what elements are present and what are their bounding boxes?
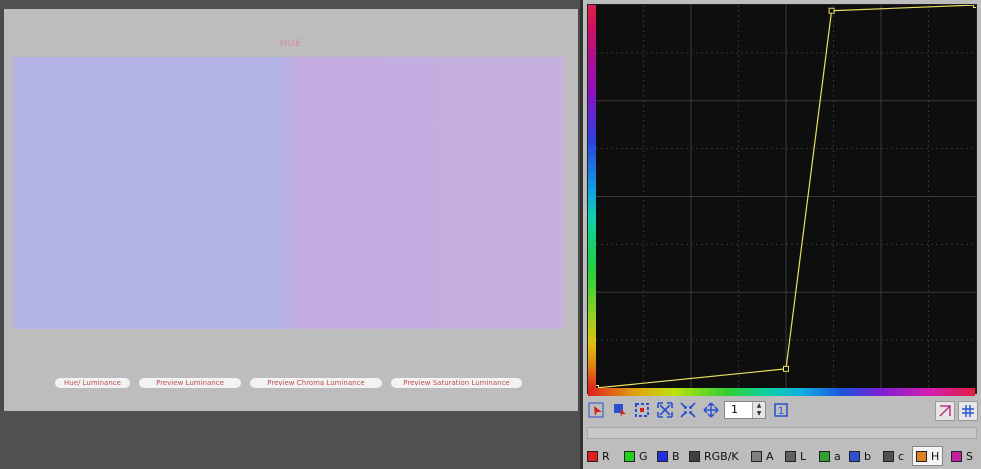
channel-label: S [966, 449, 973, 463]
channel-label: A [766, 449, 774, 463]
channel-color-icon [689, 450, 700, 462]
channel-label: RGB/K [704, 449, 739, 463]
preview-luminance-button[interactable]: Preview Luminance [139, 378, 241, 388]
vertical-hue-bar [588, 5, 596, 390]
channel-color-icon [624, 450, 635, 462]
grid-toggle-icon[interactable] [958, 401, 978, 421]
edit-points-icon[interactable] [587, 401, 605, 419]
mode-icon-label: 1 [778, 406, 784, 417]
curve-panel: 1 ▲ ▼ 1 R G B RGB/K A La b c H S [583, 0, 981, 469]
channel-c[interactable]: c [883, 446, 904, 466]
channel-label: R [602, 449, 610, 463]
move-icon[interactable] [702, 401, 720, 419]
hue-luminance-button[interactable]: Hue/ Luminance [55, 378, 130, 388]
channel-s[interactable]: S [951, 446, 973, 466]
channel-label: H [931, 449, 940, 463]
channel-color-icon [785, 450, 796, 462]
channel-color-icon [819, 450, 830, 462]
channel-a[interactable]: A [751, 446, 774, 466]
channel-label: c [898, 449, 905, 463]
channel-a[interactable]: a [819, 446, 841, 466]
select-point-icon[interactable] [611, 401, 629, 419]
channel-color-icon [657, 450, 668, 462]
crop-icon[interactable] [633, 401, 651, 419]
channel-label: G [639, 449, 648, 463]
channel-color-icon [751, 450, 762, 462]
curve-toolbar: 1 ▲ ▼ 1 [587, 400, 978, 422]
channel-color-icon [587, 450, 598, 462]
channel-r[interactable]: R [587, 446, 610, 466]
channel-label: L [800, 449, 807, 463]
horizontal-hue-bar [588, 388, 975, 396]
curve-svg[interactable] [596, 5, 976, 388]
hue-swatch [13, 57, 564, 329]
curve-plot[interactable] [596, 5, 976, 388]
channel-rgb-k[interactable]: RGB/K [689, 446, 739, 466]
channel-label: B [672, 449, 680, 463]
spin-input[interactable]: 1 ▲ ▼ [724, 401, 766, 419]
spin-value: 1 [731, 403, 738, 416]
channel-b[interactable]: b [849, 446, 871, 466]
channel-color-icon [951, 450, 962, 462]
expand-icon[interactable] [656, 401, 674, 419]
spin-arrows[interactable]: ▲ ▼ [752, 402, 765, 418]
curve-scroll-bar[interactable] [587, 427, 977, 439]
curve-control-point[interactable] [828, 7, 835, 14]
channel-b[interactable]: B [657, 446, 680, 466]
preview-area: HUE Hue/ Luminance Preview Luminance Pre… [4, 9, 578, 411]
channel-g[interactable]: G [624, 446, 648, 466]
preview-saturation-luminance-button[interactable]: Preview Saturation Luminance [391, 378, 522, 388]
channel-l[interactable]: L [785, 446, 806, 466]
swatch-title: HUE [279, 39, 303, 49]
channel-color-icon [916, 450, 927, 462]
channel-selector: R G B RGB/K A La b c H S [587, 446, 981, 466]
preview-chroma-luminance-button[interactable]: Preview Chroma Luminance [250, 378, 382, 388]
channel-h[interactable]: H [912, 446, 944, 466]
channel-color-icon [883, 450, 894, 462]
mode-icon[interactable]: 1 [772, 401, 790, 419]
curve-frame [587, 4, 977, 396]
curve-control-point[interactable] [973, 5, 977, 8]
collapse-icon[interactable] [679, 401, 697, 419]
channel-color-icon [849, 450, 860, 462]
channel-label: b [864, 449, 871, 463]
preview-top-bar [0, 0, 580, 9]
preview-bottom-bar [0, 411, 580, 469]
reset-curve-icon[interactable] [935, 401, 955, 421]
channel-label: a [834, 449, 841, 463]
curve-control-point[interactable] [783, 365, 789, 372]
